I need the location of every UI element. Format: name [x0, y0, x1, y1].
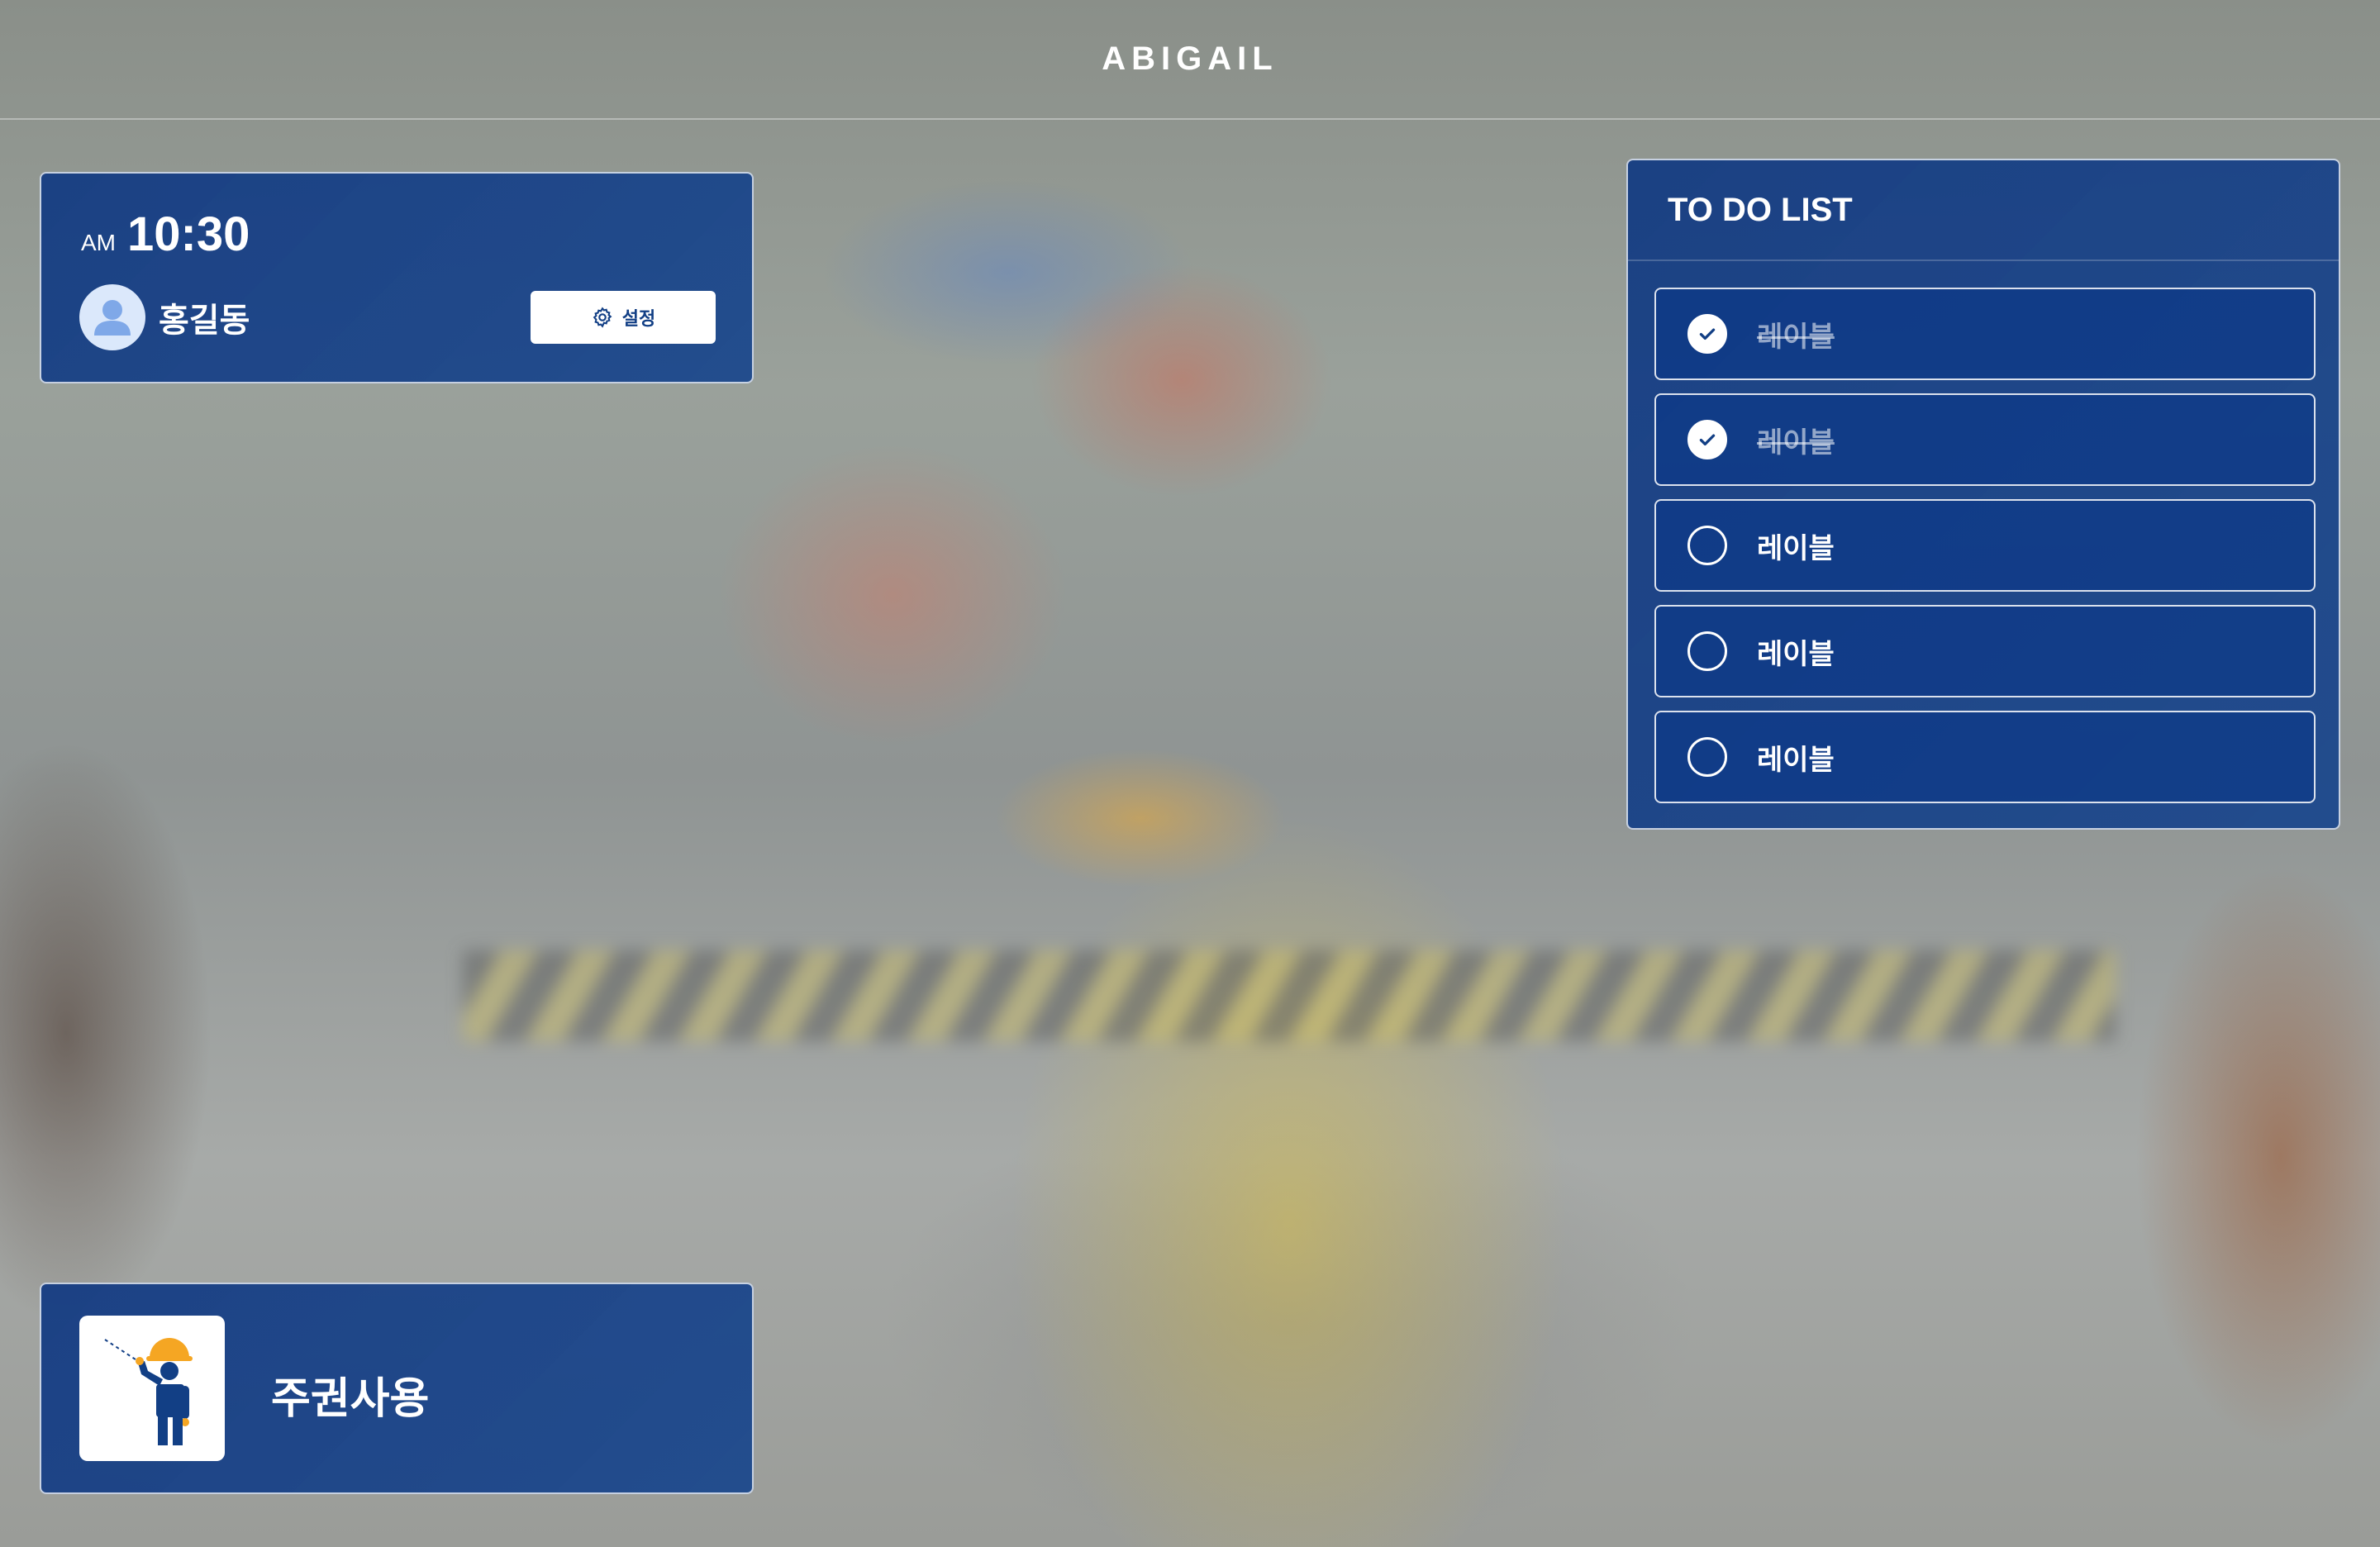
settings-label: 설정 [621, 309, 656, 330]
todo-checkbox[interactable] [1687, 420, 1727, 459]
todo-label: 레이블 [1757, 637, 1835, 671]
checkmark-icon [1699, 434, 1716, 446]
todo-item[interactable]: 레이블 [1654, 605, 2316, 697]
worker-signal-icon [104, 1338, 193, 1445]
mode-label: 주권사용 [271, 1374, 430, 1424]
checkmark-icon [1699, 328, 1716, 340]
user-info: 홍길동 [79, 284, 250, 350]
todo-checkbox[interactable] [1687, 737, 1727, 777]
todo-item[interactable]: 레이블 [1654, 288, 2316, 380]
avatar [79, 284, 145, 350]
background-hazard-stripe [463, 950, 2116, 1041]
clock-display: AM 10:30 [81, 207, 250, 262]
todo-checkbox[interactable] [1687, 314, 1727, 354]
settings-button[interactable]: 설정 [531, 291, 716, 344]
todo-card: TO DO LIST 레이블 레이블 레이블 레이블 레이블 [1626, 159, 2340, 830]
todo-item[interactable]: 레이블 [1654, 711, 2316, 803]
gear-icon [593, 307, 612, 328]
todo-label: 레이블 [1757, 743, 1835, 777]
clock-time: 10:30 [127, 207, 250, 261]
user-name: 홍길동 [159, 302, 250, 340]
todo-item[interactable]: 레이블 [1654, 499, 2316, 592]
todo-label: 레이블 [1757, 426, 1835, 459]
app-title: ABIGAIL [1102, 40, 1278, 77]
clock-ampm: AM [81, 230, 116, 255]
mode-icon-tile [79, 1316, 225, 1461]
profile-card: AM 10:30 홍길동 설정 [40, 172, 754, 383]
todo-list: 레이블 레이블 레이블 레이블 레이블 [1654, 288, 2316, 816]
todo-label: 레이블 [1757, 320, 1835, 354]
todo-title: TO DO LIST [1628, 160, 2339, 261]
todo-checkbox[interactable] [1687, 631, 1727, 671]
user-icon [94, 300, 131, 336]
todo-label: 레이블 [1757, 531, 1835, 565]
todo-checkbox[interactable] [1687, 526, 1727, 565]
mode-button[interactable]: 주권사용 [40, 1283, 754, 1494]
todo-item[interactable]: 레이블 [1654, 393, 2316, 486]
app-header: ABIGAIL [0, 0, 2380, 120]
